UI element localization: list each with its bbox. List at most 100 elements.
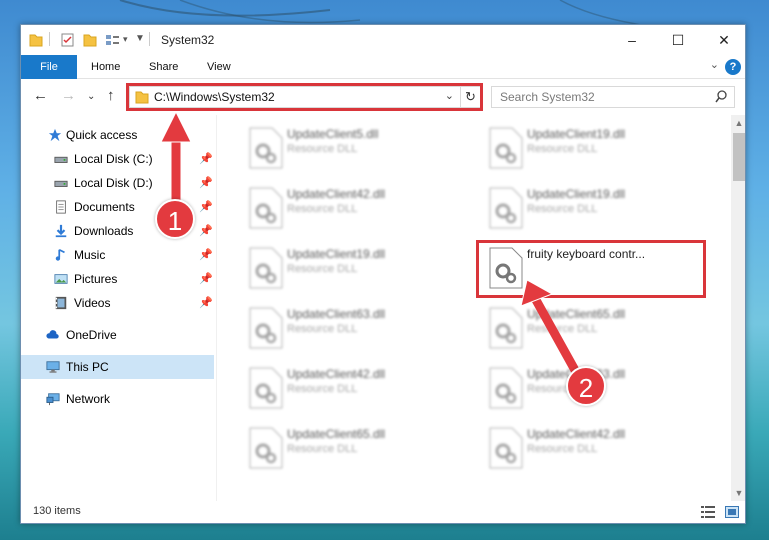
scroll-down-icon[interactable]: ▼ bbox=[731, 485, 745, 501]
file-item[interactable]: UpdateClient63.dll Resource DLL bbox=[237, 301, 467, 357]
dropdown-arrow-icon[interactable]: ▼ bbox=[135, 33, 145, 49]
sidebar-item-onedrive[interactable]: OneDrive bbox=[21, 323, 214, 347]
dll-file-icon bbox=[489, 367, 523, 409]
network-icon bbox=[46, 393, 60, 406]
download-icon bbox=[55, 224, 67, 238]
divider bbox=[149, 32, 150, 46]
file-item[interactable]: UpdateClient42.dll Resource DLL bbox=[237, 361, 467, 417]
pin-icon[interactable]: 📌 bbox=[199, 147, 213, 171]
pin-icon[interactable]: 📌 bbox=[199, 267, 213, 291]
tab-share[interactable]: Share bbox=[135, 55, 192, 79]
sidebar-item-label: Videos bbox=[74, 296, 111, 310]
item-count: 130 items bbox=[33, 505, 81, 517]
sidebar-item-local-disk-c[interactable]: Local Disk (C:) 📌 bbox=[21, 147, 214, 171]
folder-icon bbox=[29, 34, 43, 47]
new-folder-icon[interactable] bbox=[83, 32, 97, 48]
file-type: Resource DLL bbox=[527, 203, 598, 215]
sidebar-item-label: Network bbox=[66, 392, 111, 406]
search-input[interactable] bbox=[500, 90, 700, 104]
dll-file-icon bbox=[249, 247, 283, 289]
sidebar-item-label: Music bbox=[74, 248, 106, 262]
ribbon-tabs: File Home Share View ⌄ ? bbox=[21, 55, 745, 79]
sidebar-item-quick-access[interactable]: Quick access bbox=[21, 123, 214, 147]
search-box[interactable] bbox=[491, 86, 735, 108]
file-item[interactable]: UpdateClient19.dll Resource DLL bbox=[477, 181, 707, 237]
file-type: Resource DLL bbox=[527, 143, 598, 155]
file-item[interactable]: UpdateClient19.dll Resource DLL bbox=[237, 241, 467, 297]
recent-locations-icon[interactable]: ⌄ bbox=[87, 91, 95, 102]
details-view-icon[interactable] bbox=[701, 506, 715, 518]
pin-icon[interactable]: 📌 bbox=[199, 219, 213, 243]
file-item[interactable]: UpdateClient19.dll Resource DLL bbox=[477, 121, 707, 177]
file-name: UpdateClient19.dll bbox=[527, 187, 626, 201]
file-type: Resource DLL bbox=[527, 443, 598, 455]
file-item[interactable]: UpdateClient65.dll Resource DLL bbox=[237, 421, 467, 477]
dll-file-icon bbox=[489, 427, 523, 469]
sidebar-item-label: Quick access bbox=[66, 128, 138, 142]
file-item[interactable]: UpdateClient42.dll Resource DLL bbox=[477, 421, 707, 477]
scroll-up-icon[interactable]: ▲ bbox=[731, 115, 745, 131]
pin-icon[interactable]: 📌 bbox=[199, 171, 213, 195]
step-1-badge: 1 bbox=[155, 199, 195, 239]
back-button[interactable]: ← bbox=[33, 87, 48, 104]
customize-icon[interactable] bbox=[105, 32, 121, 48]
expand-ribbon-icon[interactable]: ⌄ bbox=[710, 58, 719, 71]
file-highlight bbox=[476, 240, 706, 298]
pin-icon[interactable]: 📌 bbox=[199, 195, 213, 219]
file-type: Resource DLL bbox=[287, 323, 358, 335]
pin-icon[interactable]: 📌 bbox=[199, 291, 213, 315]
file-type: Resource DLL bbox=[287, 443, 358, 455]
close-button[interactable]: ✕ bbox=[701, 25, 745, 55]
maximize-button[interactable]: ☐ bbox=[655, 25, 701, 55]
file-item[interactable]: UpdateClient65.dll Resource DLL bbox=[477, 301, 707, 357]
sidebar-item-pictures[interactable]: Pictures 📌 bbox=[21, 267, 214, 291]
vertical-scrollbar[interactable]: ▲ ▼ bbox=[731, 115, 745, 501]
tab-home[interactable]: Home bbox=[77, 55, 134, 79]
file-name: UpdateClient65.dll bbox=[527, 307, 626, 321]
pin-icon[interactable]: 📌 bbox=[199, 243, 213, 267]
file-name: UpdateClient5.dll bbox=[287, 127, 379, 141]
documents-icon bbox=[56, 200, 66, 214]
sidebar-item-music[interactable]: Music 📌 bbox=[21, 243, 214, 267]
sidebar-item-label: Local Disk (D:) bbox=[74, 176, 153, 190]
file-name: UpdateClient42.dll bbox=[527, 427, 626, 441]
sidebar-item-label: OneDrive bbox=[66, 328, 117, 342]
sidebar-item-label: Downloads bbox=[74, 224, 134, 238]
dll-file-icon bbox=[489, 187, 523, 229]
sidebar-item-label: Pictures bbox=[74, 272, 118, 286]
dll-file-icon bbox=[489, 307, 523, 349]
videos-icon bbox=[55, 296, 67, 310]
scroll-thumb[interactable] bbox=[733, 133, 745, 181]
file-list: UpdateClient5.dll Resource DLL UpdateCli… bbox=[217, 115, 731, 501]
pictures-icon bbox=[54, 274, 68, 284]
window-title: System32 bbox=[161, 33, 215, 47]
title-bar: ▾ ▼ System32 – ☐ ✕ bbox=[21, 25, 745, 55]
sidebar-item-local-disk-d[interactable]: Local Disk (D:) 📌 bbox=[21, 171, 214, 195]
properties-icon[interactable] bbox=[61, 32, 75, 48]
file-item[interactable]: UpdateClient5.dll Resource DLL bbox=[237, 121, 467, 177]
sidebar-item-this-pc[interactable]: This PC bbox=[21, 355, 214, 379]
help-button[interactable]: ? bbox=[725, 59, 741, 75]
tab-view[interactable]: View bbox=[193, 55, 245, 79]
file-type: Resource DLL bbox=[527, 323, 598, 335]
minimize-button[interactable]: – bbox=[609, 25, 655, 55]
drive-icon bbox=[54, 156, 68, 163]
file-type: Resource DLL bbox=[287, 143, 358, 155]
file-item[interactable]: UpdateClient42.dll Resource DLL bbox=[237, 181, 467, 237]
sidebar-item-videos[interactable]: Videos 📌 bbox=[21, 291, 214, 315]
music-icon bbox=[55, 248, 65, 261]
tiles-view-icon[interactable] bbox=[725, 506, 739, 518]
search-icon[interactable] bbox=[715, 90, 728, 103]
chevron-down-icon[interactable]: ▾ bbox=[123, 34, 128, 50]
dll-file-icon bbox=[249, 307, 283, 349]
drive-icon bbox=[54, 180, 68, 187]
forward-button[interactable]: → bbox=[61, 87, 76, 104]
tab-file[interactable]: File bbox=[21, 55, 77, 79]
file-type: Resource DLL bbox=[287, 383, 358, 395]
computer-icon bbox=[46, 361, 60, 373]
dll-file-icon bbox=[249, 427, 283, 469]
divider bbox=[49, 32, 50, 46]
up-button[interactable]: ↑ bbox=[107, 87, 115, 104]
file-name: UpdateClient65.dll bbox=[287, 427, 386, 441]
sidebar-item-network[interactable]: Network bbox=[21, 387, 214, 411]
